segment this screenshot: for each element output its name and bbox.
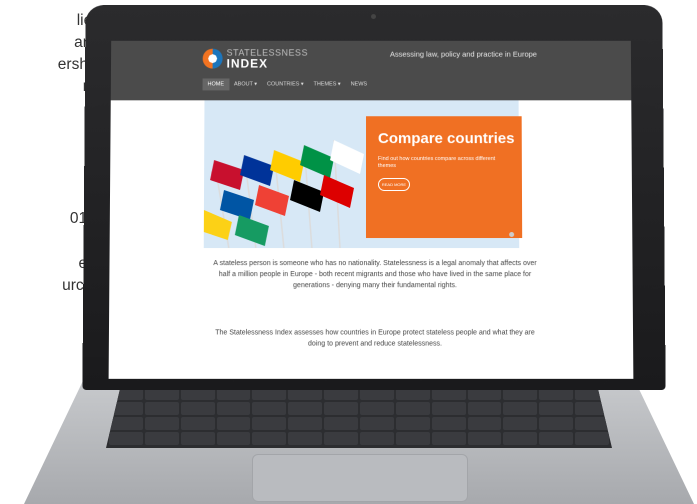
keyboard-key (216, 402, 251, 415)
keyboard-key (109, 432, 143, 445)
laptop-base (24, 378, 694, 504)
statelessness-logo-icon[interactable] (202, 48, 223, 69)
keyboard-key (180, 417, 215, 430)
keyboard (106, 384, 612, 448)
camera-icon (371, 14, 376, 20)
keyboard-key (288, 402, 323, 415)
keyboard-key (431, 432, 466, 445)
logo-text-bottom[interactable]: INDEX (227, 57, 269, 71)
mission-paragraph: The Statelessness Index assesses how cou… (215, 329, 535, 348)
keyboard-key (467, 432, 502, 445)
keyboard-key (109, 417, 143, 430)
trackpad (252, 454, 468, 502)
keyboard-key (360, 402, 394, 415)
keyboard-key (575, 432, 609, 445)
keyboard-key (360, 417, 394, 430)
keyboard-key (324, 417, 358, 430)
keyboard-key (144, 432, 179, 445)
read-more-button[interactable]: READ MORE (377, 178, 410, 192)
keyboard-key (503, 432, 538, 445)
keyboard-key (539, 432, 574, 445)
keyboard-key (324, 402, 358, 415)
promo-card: Compare countries Find out how countries… (365, 116, 523, 239)
intro-paragraph: A stateless person is someone who has no… (213, 260, 537, 290)
keyboard-key (252, 432, 287, 445)
keyboard-key (288, 417, 323, 430)
nav-countries-label: COUNTRIES (266, 81, 300, 88)
laptop-lid: STATELESSNESS INDEX Assessing law, polic… (82, 5, 666, 390)
keyboard-key (324, 432, 358, 445)
keyboard-key (288, 432, 323, 445)
keyboard-key (467, 417, 502, 430)
promo-text: Find out how countries compare across di… (377, 156, 496, 170)
nav-about-label: ABOUT (233, 81, 253, 88)
keyboard-key (109, 402, 143, 415)
carousel-dots (500, 232, 515, 238)
site-header: STATELESSNESS INDEX Assessing law, polic… (110, 40, 632, 101)
keyboard-key (539, 417, 574, 430)
nav-themes-label: THEMES (313, 81, 337, 88)
keyboard-key (431, 417, 466, 430)
keyboard-key (252, 417, 287, 430)
keyboard-key (180, 402, 215, 415)
keyboard-key (360, 432, 394, 445)
keyboard-key (180, 432, 215, 445)
laptop-screen: STATELESSNESS INDEX Assessing law, polic… (108, 40, 634, 379)
site-tagline: Assessing law, policy and practice in Eu… (389, 49, 537, 59)
keyboard-key (144, 402, 179, 415)
keyboard-key (503, 417, 538, 430)
keyboard-key (575, 417, 609, 430)
keyboard-key (144, 417, 179, 430)
keyboard-key (395, 417, 430, 430)
nav-themes[interactable]: THEMES ▾ (309, 78, 346, 90)
keyboard-key (575, 402, 609, 415)
promo-title[interactable]: Compare countries (378, 130, 515, 147)
carousel-dot-2[interactable] (509, 232, 515, 238)
keyboard-key (539, 402, 574, 415)
carousel-dot-1[interactable] (500, 232, 506, 238)
keyboard-key (395, 402, 430, 415)
keyboard-key (216, 432, 251, 445)
keyboard-key (252, 402, 287, 415)
keyboard-key (216, 417, 251, 430)
keyboard-key (431, 402, 466, 415)
nav-news[interactable]: NEWS (346, 78, 372, 90)
nav-about[interactable]: ABOUT ▾ (229, 78, 262, 90)
keyboard-key (395, 432, 430, 445)
nav-countries[interactable]: COUNTRIES ▾ (262, 78, 309, 90)
nav-home[interactable]: HOME (202, 78, 229, 91)
keyboard-key (467, 402, 502, 415)
main-nav: HOME ABOUT ▾ COUNTRIES ▾ THEMES ▾ NEWS (202, 78, 373, 91)
keyboard-key (503, 402, 538, 415)
